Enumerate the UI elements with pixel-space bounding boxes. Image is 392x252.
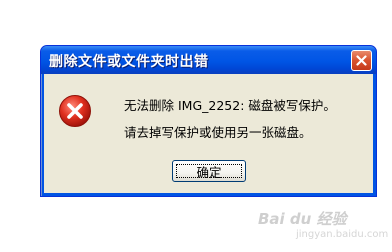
dialog-title: 删除文件或文件夹时出错	[49, 54, 209, 70]
error-message-line2: 请去掉写保护或使用另一张磁盘。	[124, 125, 312, 140]
dialog-body: 无法删除 IMG_2252: 磁盘被写保护。 请去掉写保护或使用另一张磁盘。 确…	[44, 74, 373, 193]
dialog-titlebar[interactable]: 删除文件或文件夹时出错	[41, 46, 376, 74]
baidu-watermark-url: jingyan.baidu.com	[296, 229, 389, 240]
error-dialog: 删除文件或文件夹时出错 无法删除 IMG_2252: 磁盘被写保护。 请去掉写保…	[40, 45, 377, 197]
error-message-line1: 无法删除 IMG_2252: 磁盘被写保护。	[124, 98, 336, 113]
ok-button[interactable]: 确定	[172, 160, 246, 182]
close-icon	[356, 55, 367, 66]
focus-rectangle	[176, 164, 242, 178]
close-button[interactable]	[351, 50, 372, 71]
baidu-watermark: Bai du 经验	[258, 210, 347, 228]
error-icon	[58, 94, 92, 128]
